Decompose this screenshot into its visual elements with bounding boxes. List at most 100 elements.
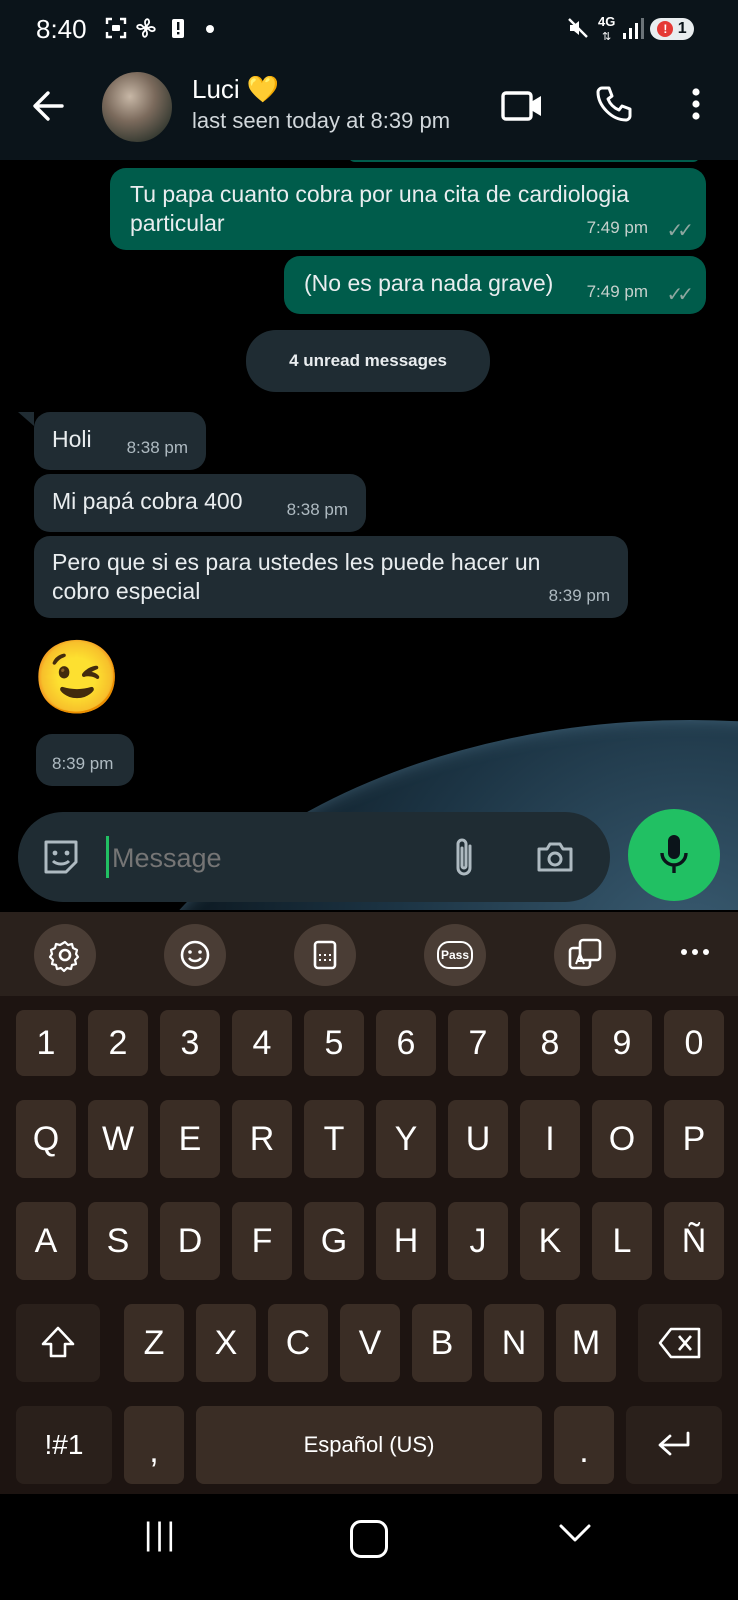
- key-4[interactable]: 4: [232, 1010, 292, 1076]
- key-6[interactable]: 6: [376, 1010, 436, 1076]
- key-2[interactable]: 2: [88, 1010, 148, 1076]
- key-c[interactable]: C: [268, 1304, 328, 1382]
- key-k[interactable]: K: [520, 1202, 580, 1280]
- key-m[interactable]: M: [556, 1304, 616, 1382]
- home-button[interactable]: [350, 1520, 388, 1558]
- network-type-label: 4G: [598, 14, 616, 29]
- fan-icon: [134, 16, 158, 40]
- chat-header: Luci 💛 last seen today at 8:39 pm: [0, 58, 738, 160]
- key-x[interactable]: X: [196, 1304, 256, 1382]
- key-9[interactable]: 9: [592, 1010, 652, 1076]
- shift-key[interactable]: [16, 1304, 100, 1382]
- key-0[interactable]: 0: [664, 1010, 724, 1076]
- key-j[interactable]: J: [448, 1202, 508, 1280]
- key-q[interactable]: Q: [16, 1100, 76, 1178]
- mute-icon: [566, 16, 590, 40]
- key-r[interactable]: R: [232, 1100, 292, 1178]
- backspace-key[interactable]: [638, 1304, 722, 1382]
- key-f[interactable]: F: [232, 1202, 292, 1280]
- key-1[interactable]: 1: [16, 1010, 76, 1076]
- enter-key[interactable]: [626, 1406, 722, 1484]
- key-o[interactable]: O: [592, 1100, 652, 1178]
- status-time: 8:40: [36, 14, 87, 44]
- unread-messages-divider: 4 unread messages: [246, 330, 490, 392]
- camera-icon[interactable]: [534, 836, 576, 878]
- key-n[interactable]: N: [484, 1304, 544, 1382]
- message-bubble-incoming[interactable]: Pero que si es para ustedes les puede ha…: [34, 536, 628, 618]
- key-n-tilde[interactable]: Ñ: [664, 1202, 724, 1280]
- microphone-icon: [660, 835, 688, 873]
- double-check-icon: ✓✓: [666, 220, 693, 242]
- key-g[interactable]: G: [304, 1202, 364, 1280]
- composer-bar: [18, 812, 610, 902]
- message-text: Pero que si es para ustedes les puede ha…: [52, 549, 541, 604]
- pass-icon[interactable]: Pass: [424, 924, 486, 986]
- recents-button[interactable]: |||: [144, 1516, 178, 1553]
- message-bubble-partial: [348, 160, 700, 162]
- key-y[interactable]: Y: [376, 1100, 436, 1178]
- message-text: Mi papá cobra 400: [52, 488, 243, 514]
- double-check-icon: ✓✓: [666, 284, 693, 306]
- message-bubble-incoming[interactable]: Mi papá cobra 400 8:38 pm: [34, 474, 366, 532]
- message-time: 8:39 pm: [52, 754, 114, 773]
- key-z[interactable]: Z: [124, 1304, 184, 1382]
- navigation-bar: |||: [0, 1494, 738, 1600]
- key-5[interactable]: 5: [304, 1010, 364, 1076]
- key-p[interactable]: P: [664, 1100, 724, 1178]
- key-8[interactable]: 8: [520, 1010, 580, 1076]
- message-time: 8:38 pm: [126, 438, 188, 457]
- bubble-tail: [18, 412, 34, 426]
- screenshot-icon: [104, 16, 128, 40]
- back-chevron-icon[interactable]: [558, 1522, 592, 1546]
- key-s[interactable]: S: [88, 1202, 148, 1280]
- status-bar: 8:40 4G ⇅ ! 1: [0, 0, 738, 58]
- back-arrow-icon[interactable]: [28, 86, 68, 126]
- key-b[interactable]: B: [412, 1304, 472, 1382]
- space-key[interactable]: Español (US): [196, 1406, 542, 1484]
- data-arrows-icon: ⇅: [602, 31, 612, 43]
- message-time: 8:38 pm: [286, 500, 348, 519]
- message-text: (No es para nada grave): [304, 270, 554, 296]
- key-7[interactable]: 7: [448, 1010, 508, 1076]
- key-i[interactable]: I: [520, 1100, 580, 1178]
- alert-icon: !: [657, 20, 674, 37]
- keyboard-mode-icon[interactable]: [294, 924, 356, 986]
- emoji-icon[interactable]: [164, 924, 226, 986]
- avatar[interactable]: [100, 70, 174, 144]
- translate-icon[interactable]: [554, 924, 616, 986]
- wink-emoji[interactable]: 😉: [32, 634, 122, 722]
- message-input[interactable]: [110, 834, 434, 882]
- key-v[interactable]: V: [340, 1304, 400, 1382]
- key-3[interactable]: 3: [160, 1010, 220, 1076]
- key-w[interactable]: W: [88, 1100, 148, 1178]
- chat-area[interactable]: Tu papa cuanto cobra por una cita de car…: [0, 160, 738, 910]
- video-call-icon[interactable]: [500, 86, 544, 126]
- key-d[interactable]: D: [160, 1202, 220, 1280]
- period-key[interactable]: .: [554, 1406, 614, 1484]
- phone-call-icon[interactable]: [594, 84, 634, 124]
- key-l[interactable]: L: [592, 1202, 652, 1280]
- key-u[interactable]: U: [448, 1100, 508, 1178]
- pass-label: Pass: [437, 941, 473, 969]
- text-cursor: [106, 836, 109, 878]
- comma-key[interactable]: ,: [124, 1406, 184, 1484]
- more-options-icon[interactable]: [686, 86, 706, 126]
- key-h[interactable]: H: [376, 1202, 436, 1280]
- voice-record-button[interactable]: [628, 809, 720, 901]
- enter-arrow-icon: [658, 1431, 690, 1456]
- notification-count: 1: [677, 20, 687, 37]
- message-bubble-outgoing[interactable]: Tu papa cuanto cobra por una cita de car…: [110, 168, 706, 250]
- message-bubble-outgoing[interactable]: (No es para nada grave) 7:49 pm ✓✓: [284, 256, 706, 314]
- key-t[interactable]: T: [304, 1100, 364, 1178]
- battery-alert-icon: [166, 16, 190, 40]
- more-dots-icon[interactable]: [680, 942, 710, 962]
- attach-icon[interactable]: [448, 834, 482, 880]
- last-seen-status[interactable]: last seen today at 8:39 pm: [192, 108, 450, 134]
- symbols-key[interactable]: !#1: [16, 1406, 112, 1484]
- key-a[interactable]: A: [16, 1202, 76, 1280]
- settings-gear-icon[interactable]: [34, 924, 96, 986]
- contact-name[interactable]: Luci 💛: [192, 74, 279, 105]
- message-bubble-incoming[interactable]: Holi 8:38 pm: [34, 412, 206, 470]
- sticker-icon[interactable]: [40, 836, 82, 878]
- key-e[interactable]: E: [160, 1100, 220, 1178]
